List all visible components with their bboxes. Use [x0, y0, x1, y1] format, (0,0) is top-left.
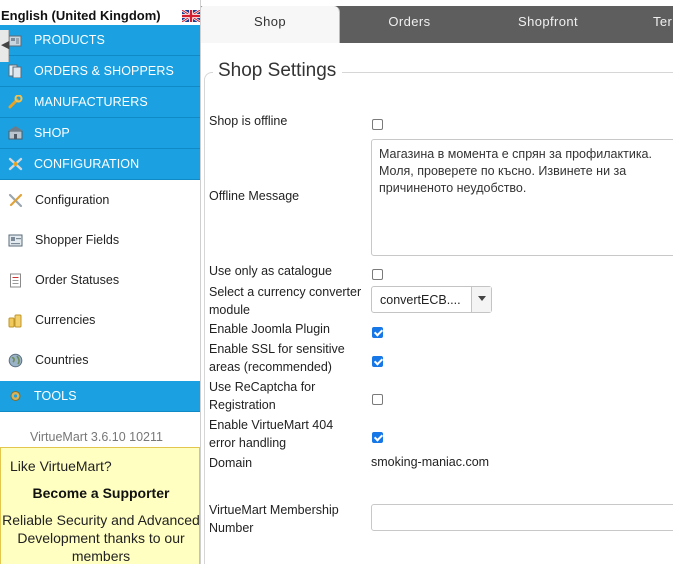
- tools-icon: [8, 193, 23, 208]
- sidebar-item-label: ORDERS & SHOPPERS: [34, 64, 174, 78]
- configuration-icon: [8, 157, 23, 171]
- sidebar-item-label: CONFIGURATION: [34, 157, 140, 171]
- shop-settings-panel: Shop Settings Shop is offline Offline Me…: [201, 43, 673, 564]
- shopper-fields-icon: [8, 234, 23, 247]
- tab-shop[interactable]: Shop: [201, 6, 340, 43]
- sidebar-item-countries[interactable]: Countries: [0, 340, 200, 380]
- tab-orders[interactable]: Orders: [340, 6, 479, 43]
- ssl-label: Enable SSL for sensitive areas (recommen…: [209, 342, 345, 374]
- joomla-plugin-label: Enable Joomla Plugin: [209, 322, 330, 336]
- recaptcha-checkbox[interactable]: [372, 394, 383, 405]
- sidebar-item-products[interactable]: PRODUCTS: [0, 25, 200, 56]
- coins-icon: [8, 314, 22, 328]
- supporter-text: Reliable Security and Advanced Developme…: [2, 512, 200, 564]
- tools-gear-icon: [10, 391, 21, 401]
- sidebar-item-label: SHOP: [34, 126, 70, 140]
- sidebar-collapse-handle[interactable]: ◀: [0, 30, 9, 62]
- joomla-plugin-checkbox[interactable]: [372, 327, 383, 338]
- membership-number-label: VirtueMart Membership Number: [209, 503, 339, 535]
- document-icon: [10, 273, 21, 288]
- uk-flag-icon: [182, 10, 200, 22]
- settings-tabs: Shop Orders Shopfront Ter: [201, 0, 673, 43]
- error-404-checkbox[interactable]: [372, 432, 383, 443]
- wrench-icon: [8, 95, 23, 109]
- language-selector[interactable]: English (United Kingdom): [0, 5, 200, 27]
- sidebar-item-label: Order Statuses: [35, 273, 120, 287]
- sidebar-item-label: PRODUCTS: [34, 33, 105, 47]
- sidebar-item-shop[interactable]: SHOP: [0, 118, 200, 149]
- shop-offline-label: Shop is offline: [209, 114, 288, 128]
- sidebar-item-configuration[interactable]: CONFIGURATION: [0, 149, 200, 180]
- ssl-checkbox[interactable]: [372, 356, 383, 367]
- sidebar-item-currencies[interactable]: Currencies: [0, 300, 200, 340]
- shop-offline-checkbox[interactable]: [372, 119, 383, 130]
- supporter-box[interactable]: Like VirtueMart? Become a Supporter Reli…: [0, 447, 200, 564]
- sidebar-item-label: TOOLS: [34, 389, 77, 403]
- offline-message-label: Offline Message: [209, 189, 300, 203]
- tab-shopfront[interactable]: Shopfront: [479, 6, 617, 43]
- orders-icon: [8, 64, 22, 78]
- sidebar-item-label: Countries: [35, 353, 89, 367]
- membership-number-input[interactable]: [371, 504, 673, 531]
- currency-converter-label: Select a currency converter module: [209, 285, 362, 317]
- sidebar: English (United Kingdom) PRODUCTS ORDERS…: [0, 0, 201, 564]
- sidebar-item-orders-shoppers[interactable]: ORDERS & SHOPPERS: [0, 56, 200, 87]
- sidebar-item-label: Configuration: [35, 193, 110, 207]
- page-title: Shop Settings: [213, 60, 343, 82]
- chevron-down-icon: [478, 296, 486, 301]
- catalogue-only-checkbox[interactable]: [372, 269, 383, 280]
- sidebar-item-order-statuses[interactable]: Order Statuses: [0, 260, 200, 300]
- chevron-left-icon: ◀: [1, 39, 10, 51]
- version-text: VirtueMart 3.6.10 10211: [30, 430, 163, 444]
- sidebar-item-label: Shopper Fields: [35, 233, 120, 247]
- language-label: English (United Kingdom): [1, 8, 161, 23]
- error-404-label: Enable VirtueMart 404 error handling: [209, 418, 334, 450]
- supporter-question: Like VirtueMart?: [10, 458, 112, 474]
- globe-icon: [8, 353, 23, 368]
- sidebar-item-tools[interactable]: TOOLS: [0, 381, 200, 412]
- currency-converter-select[interactable]: convertECB....: [371, 286, 492, 313]
- sidebar-item-manufacturers[interactable]: MANUFACTURERS: [0, 87, 200, 118]
- sidebar-item-label: MANUFACTURERS: [34, 95, 148, 109]
- offline-message-textarea[interactable]: Магазина в момента е спрян за профилакти…: [371, 139, 673, 256]
- sidebar-item-label: Currencies: [35, 313, 96, 327]
- shop-icon: [8, 126, 23, 140]
- products-icon: [8, 35, 22, 47]
- dropdown-arrow[interactable]: [471, 287, 491, 312]
- sidebar-item-shopper-fields[interactable]: Shopper Fields: [0, 220, 200, 260]
- supporter-title[interactable]: Become a Supporter: [1, 485, 201, 501]
- recaptcha-label: Use ReCaptcha for Registration: [209, 380, 316, 412]
- domain-label: Domain: [209, 456, 253, 470]
- currency-converter-value: convertECB....: [380, 293, 461, 307]
- sidebar-item-configuration-settings[interactable]: Configuration: [0, 180, 200, 220]
- tab-templates[interactable]: Ter: [617, 6, 673, 43]
- catalogue-only-label: Use only as catalogue: [209, 264, 332, 278]
- domain-value: smoking-maniac.com: [371, 455, 490, 469]
